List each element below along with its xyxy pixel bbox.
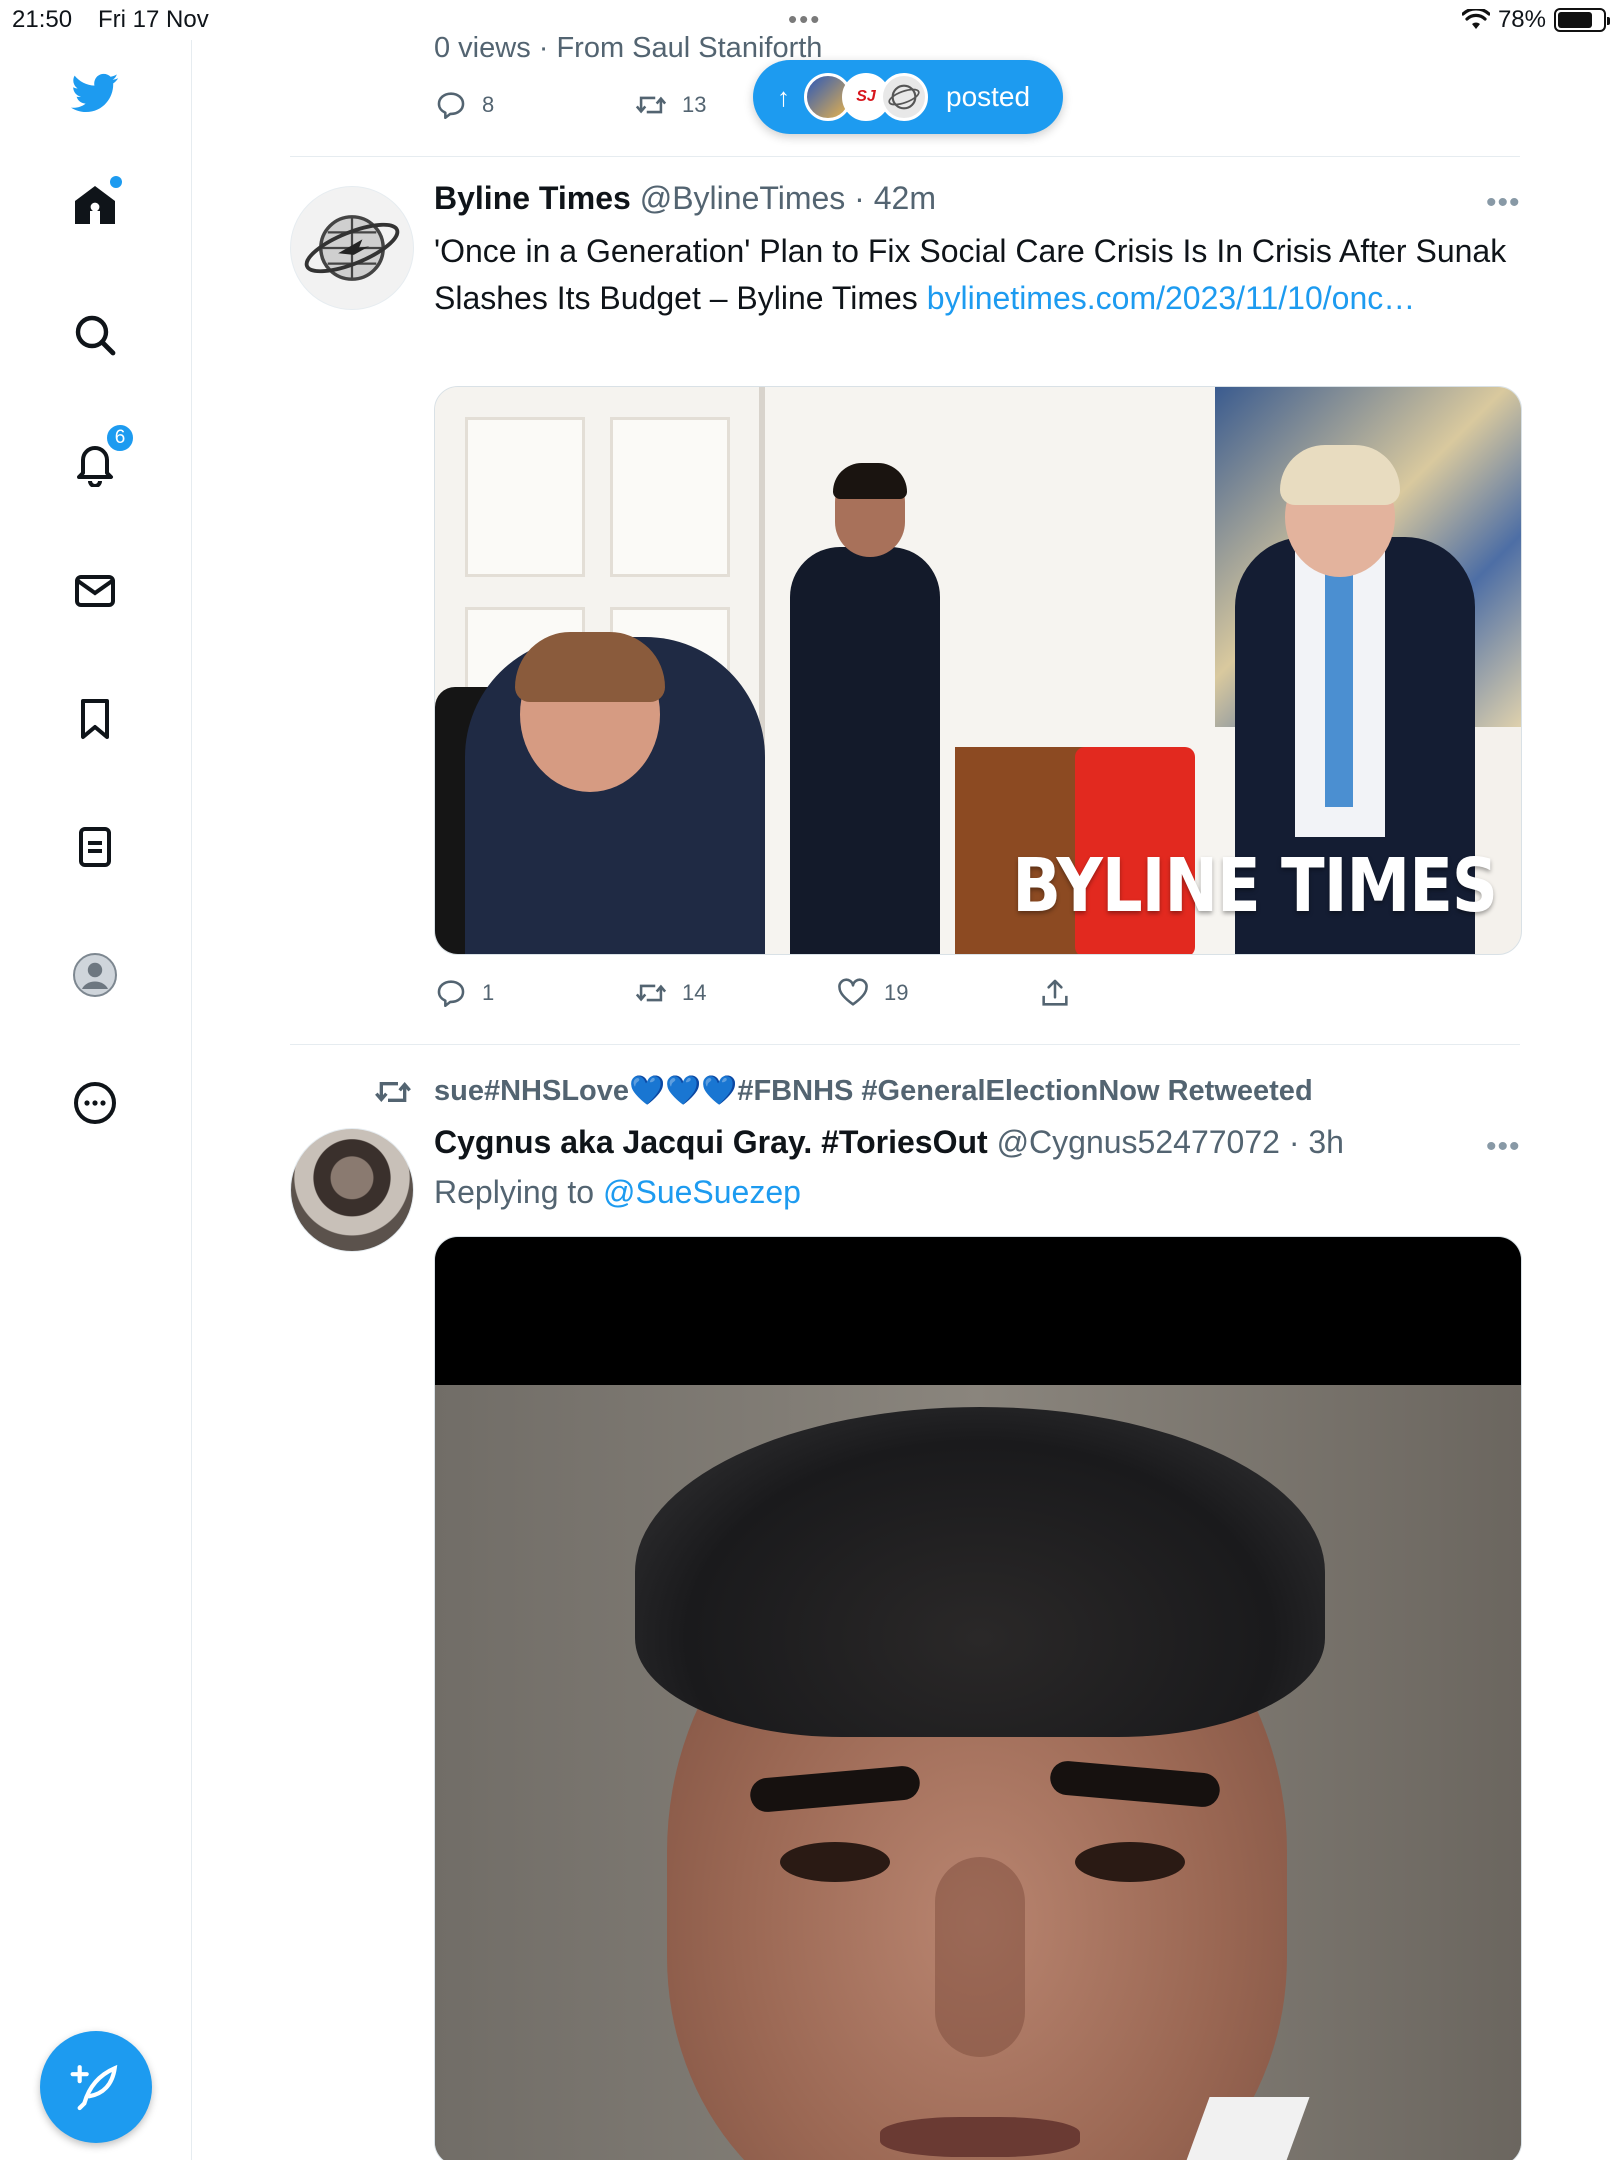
tweet-more-button[interactable]: ••• bbox=[1486, 1130, 1521, 1164]
replying-prefix: Replying to bbox=[434, 1174, 603, 1210]
replying-to-handle[interactable]: @SueSuezep bbox=[603, 1174, 801, 1210]
byline-times-avatar[interactable] bbox=[290, 186, 414, 310]
sidebar-nav: 6 bbox=[0, 40, 192, 2160]
more-options-icon[interactable] bbox=[66, 1074, 124, 1132]
retweet-button[interactable]: 13 bbox=[634, 88, 706, 122]
posted-label: posted bbox=[946, 81, 1031, 112]
replying-to: Replying to @SueSuezep bbox=[434, 1174, 801, 1211]
feather-plus-icon bbox=[70, 2064, 118, 2111]
lists-icon[interactable] bbox=[66, 818, 124, 876]
author-handle[interactable]: @BylineTimes · 42m bbox=[640, 180, 936, 216]
tweet-more-button[interactable]: ••• bbox=[1486, 186, 1521, 220]
bookmark-icon[interactable] bbox=[66, 690, 124, 748]
retweet-indicator-icon bbox=[373, 1072, 413, 1112]
retweet-icon bbox=[635, 984, 667, 1002]
profile-avatar-icon[interactable] bbox=[66, 946, 124, 1004]
tweet-link[interactable]: bylinetimes.com/2023/11/10/onc… bbox=[927, 280, 1416, 316]
author-handle[interactable]: @Cygnus52477072 · 3h bbox=[997, 1124, 1344, 1160]
tweet-actions: 1 14 19 bbox=[434, 976, 1072, 1010]
status-time: 21:50 bbox=[12, 6, 73, 33]
share-icon bbox=[1042, 979, 1068, 1006]
retweet-button[interactable]: 14 bbox=[634, 976, 836, 1010]
tweet-header: Cygnus aka Jacqui Gray. #ToriesOut @Cygn… bbox=[434, 1124, 1344, 1161]
posted-avatars: SJ bbox=[804, 73, 928, 121]
search-icon[interactable] bbox=[66, 306, 124, 364]
prev-tweet-actions: 8 13 bbox=[434, 88, 706, 122]
twitter-logo-icon[interactable] bbox=[66, 64, 124, 122]
timeline: 0 views · From Saul Staniforth 8 13 ↑ SJ… bbox=[193, 0, 1620, 2160]
reply-button[interactable]: 1 bbox=[434, 976, 634, 1010]
like-count: 19 bbox=[884, 980, 909, 1005]
tweet-text: 'Once in a Generation' Plan to Fix Socia… bbox=[434, 228, 1514, 322]
author-name[interactable]: Byline Times bbox=[434, 180, 631, 216]
arrow-up-icon: ↑ bbox=[777, 81, 790, 112]
image-watermark: BYLINE TIMES bbox=[1012, 844, 1498, 930]
reply-button[interactable]: 8 bbox=[434, 88, 634, 122]
reply-icon bbox=[437, 980, 465, 1008]
tweet-image[interactable] bbox=[434, 1236, 1522, 2160]
tweet-header: Byline Times @BylineTimes · 42m bbox=[434, 180, 936, 217]
home-icon[interactable] bbox=[66, 176, 124, 234]
retweeted-by[interactable]: sue#NHSLove💙💙💙#FBNHS #GeneralElectionNow… bbox=[434, 1074, 1313, 1108]
like-button[interactable]: 19 bbox=[836, 976, 1038, 1010]
new-posts-pill[interactable]: ↑ SJ posted bbox=[753, 60, 1063, 134]
retweet-count: 13 bbox=[682, 92, 707, 117]
notifications-bell-icon[interactable]: 6 bbox=[66, 422, 136, 492]
prev-tweet-meta: 0 views · From Saul Staniforth bbox=[434, 32, 823, 64]
home-unread-dot bbox=[110, 176, 122, 188]
reply-count: 8 bbox=[482, 92, 495, 117]
reply-count: 1 bbox=[482, 980, 495, 1005]
retweet-icon bbox=[635, 96, 667, 114]
tweet-divider bbox=[290, 156, 1520, 157]
poster-avatar bbox=[880, 73, 928, 121]
heart-icon bbox=[838, 978, 868, 1006]
reply-icon bbox=[437, 92, 465, 120]
compose-tweet-button[interactable] bbox=[40, 2031, 152, 2143]
retweet-count: 14 bbox=[682, 980, 707, 1005]
notifications-badge: 6 bbox=[104, 422, 136, 454]
messages-envelope-icon[interactable] bbox=[66, 562, 124, 620]
cygnus-avatar[interactable] bbox=[290, 1128, 414, 1252]
tweet-image[interactable]: BYLINE TIMES bbox=[434, 386, 1522, 955]
tweet-divider bbox=[290, 1044, 1520, 1045]
share-button[interactable] bbox=[1038, 976, 1072, 1010]
author-name[interactable]: Cygnus aka Jacqui Gray. #ToriesOut bbox=[434, 1124, 988, 1160]
